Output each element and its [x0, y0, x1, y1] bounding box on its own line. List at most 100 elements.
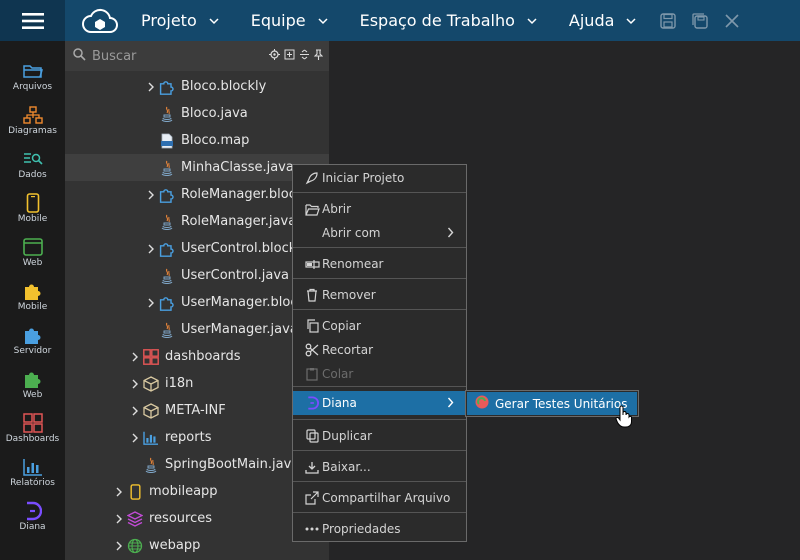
- expand-arrow-icon[interactable]: [129, 379, 141, 389]
- context-menu-item[interactable]: Diana: [293, 391, 466, 415]
- tree-item[interactable]: RoleManager.blockly: [65, 181, 329, 208]
- expand-arrow-icon[interactable]: [113, 541, 125, 551]
- menu-espaco-de-trabalho[interactable]: Espaço de Trabalho: [344, 0, 553, 41]
- cube-icon: [141, 375, 161, 393]
- tree-item[interactable]: UserManager.blockly: [65, 289, 329, 316]
- rail-item-diana[interactable]: Diana: [0, 500, 65, 540]
- rail-item-servidor[interactable]: Servidor: [0, 324, 65, 364]
- rail-item-relatorios[interactable]: Relatórios: [0, 456, 65, 496]
- expand-arrow-icon[interactable]: [145, 82, 157, 92]
- main-menu: Projeto Equipe Espaço de Trabalho Ajuda: [125, 0, 652, 41]
- rail-label: Dashboards: [5, 434, 60, 444]
- top-menu-bar: Projeto Equipe Espaço de Trabalho Ajuda: [0, 0, 800, 41]
- tree-item[interactable]: i18n: [65, 370, 329, 397]
- rail-label: Web: [22, 390, 43, 400]
- rail-item-mobile-blocks[interactable]: Mobile: [0, 280, 65, 320]
- diana-icon: [24, 500, 42, 522]
- search-input[interactable]: Buscar: [92, 49, 136, 64]
- tree-item-label: UserControl.blockly: [181, 241, 308, 256]
- locate-icon[interactable]: [269, 48, 280, 64]
- tree-item[interactable]: MinhaClasse.java: [65, 154, 329, 181]
- menu-separator: [293, 247, 466, 248]
- tree-item[interactable]: Bloco.map: [65, 127, 329, 154]
- context-menu-item[interactable]: Iniciar Projeto: [293, 166, 466, 190]
- rail-item-dados[interactable]: Dados: [0, 148, 65, 188]
- tree-item-label: i18n: [165, 376, 194, 391]
- pin-icon[interactable]: [313, 48, 324, 64]
- rail-item-diagramas[interactable]: Diagramas: [0, 104, 65, 144]
- context-menu-item[interactable]: Abrir: [293, 197, 466, 221]
- tree-item[interactable]: UserManager.java: [65, 316, 329, 343]
- expand-all-icon[interactable]: [284, 49, 295, 64]
- context-menu-label: Abrir: [322, 202, 352, 216]
- menu-projeto[interactable]: Projeto: [125, 0, 235, 41]
- context-menu-item[interactable]: Recortar: [293, 338, 466, 362]
- menu-separator: [293, 192, 466, 193]
- rail-item-web-blocks[interactable]: Web: [0, 368, 65, 408]
- tree-item[interactable]: mobileapp: [65, 478, 329, 505]
- rail-label: Dados: [18, 170, 47, 180]
- menu-label: Projeto: [141, 11, 197, 30]
- tree-item[interactable]: SpringBootMain.java: [65, 451, 329, 478]
- rail-label: Arquivos: [12, 82, 53, 92]
- expand-arrow-icon[interactable]: [113, 487, 125, 497]
- context-menu-item[interactable]: Renomear: [293, 252, 466, 276]
- context-menu-label: Colar: [322, 367, 354, 381]
- context-menu-item[interactable]: Propriedades: [293, 517, 466, 541]
- more-icon: [303, 526, 321, 532]
- expand-arrow-icon[interactable]: [145, 244, 157, 254]
- rail-label: Relatórios: [10, 478, 55, 488]
- puzzle-web-icon: [22, 368, 44, 390]
- tree-item[interactable]: reports: [65, 424, 329, 451]
- rocket-icon: [303, 171, 321, 185]
- context-menu-item[interactable]: Abrir com: [293, 221, 466, 245]
- tree-item[interactable]: webapp: [65, 532, 329, 559]
- save-icon[interactable]: [660, 12, 677, 29]
- expand-arrow-icon[interactable]: [145, 190, 157, 200]
- tree-item[interactable]: RoleManager.java: [65, 208, 329, 235]
- tree-item-label: Bloco.map: [181, 133, 250, 148]
- tree-item[interactable]: Bloco.java: [65, 100, 329, 127]
- rail-item-dashboards[interactable]: Dashboards: [0, 412, 65, 452]
- context-menu-label: Renomear: [322, 257, 384, 271]
- collapse-all-icon[interactable]: [299, 49, 310, 64]
- tree-item[interactable]: UserControl.java: [65, 262, 329, 289]
- rail-item-arquivos[interactable]: Arquivos: [0, 60, 65, 100]
- submenu-label: Gerar Testes Unitários: [495, 396, 628, 411]
- save-all-icon[interactable]: [692, 12, 709, 29]
- rail-item-web[interactable]: Web: [0, 236, 65, 276]
- context-menu-item[interactable]: Copiar: [293, 314, 466, 338]
- context-menu-item[interactable]: Remover: [293, 283, 466, 307]
- rail-item-mobile[interactable]: Mobile: [0, 192, 65, 232]
- context-menu-label: Duplicar: [322, 429, 373, 443]
- search-tools: [269, 48, 329, 64]
- close-icon[interactable]: [724, 13, 740, 29]
- tree-item[interactable]: resources: [65, 505, 329, 532]
- app-logo[interactable]: [75, 0, 125, 41]
- java-icon: [157, 213, 177, 231]
- mobileapp-folder-icon: [125, 483, 145, 501]
- menu-ajuda[interactable]: Ajuda: [553, 0, 653, 41]
- expand-arrow-icon[interactable]: [113, 514, 125, 524]
- tree-item[interactable]: dashboards: [65, 343, 329, 370]
- share-icon: [303, 491, 321, 505]
- cube-icon: [141, 402, 161, 420]
- context-menu-item[interactable]: Duplicar: [293, 424, 466, 448]
- expand-arrow-icon[interactable]: [145, 298, 157, 308]
- expand-arrow-icon[interactable]: [129, 433, 141, 443]
- java-icon: [157, 159, 177, 177]
- generate-unit-tests-item[interactable]: Gerar Testes Unitários: [467, 392, 637, 415]
- hamburger-button[interactable]: [0, 0, 65, 41]
- data-search-icon: [23, 148, 43, 170]
- tree-item[interactable]: Bloco.blockly: [65, 73, 329, 100]
- tree-item[interactable]: META-INF: [65, 397, 329, 424]
- expand-arrow-icon[interactable]: [129, 352, 141, 362]
- expand-arrow-icon[interactable]: [129, 406, 141, 416]
- context-menu-item[interactable]: Baixar...: [293, 455, 466, 479]
- layers-icon: [125, 510, 145, 528]
- menu-separator: [293, 309, 466, 310]
- context-menu-item[interactable]: Compartilhar Arquivo: [293, 486, 466, 510]
- menu-equipe[interactable]: Equipe: [235, 0, 344, 41]
- diana-submenu: Gerar Testes Unitários: [465, 390, 639, 417]
- tree-item[interactable]: UserControl.blockly: [65, 235, 329, 262]
